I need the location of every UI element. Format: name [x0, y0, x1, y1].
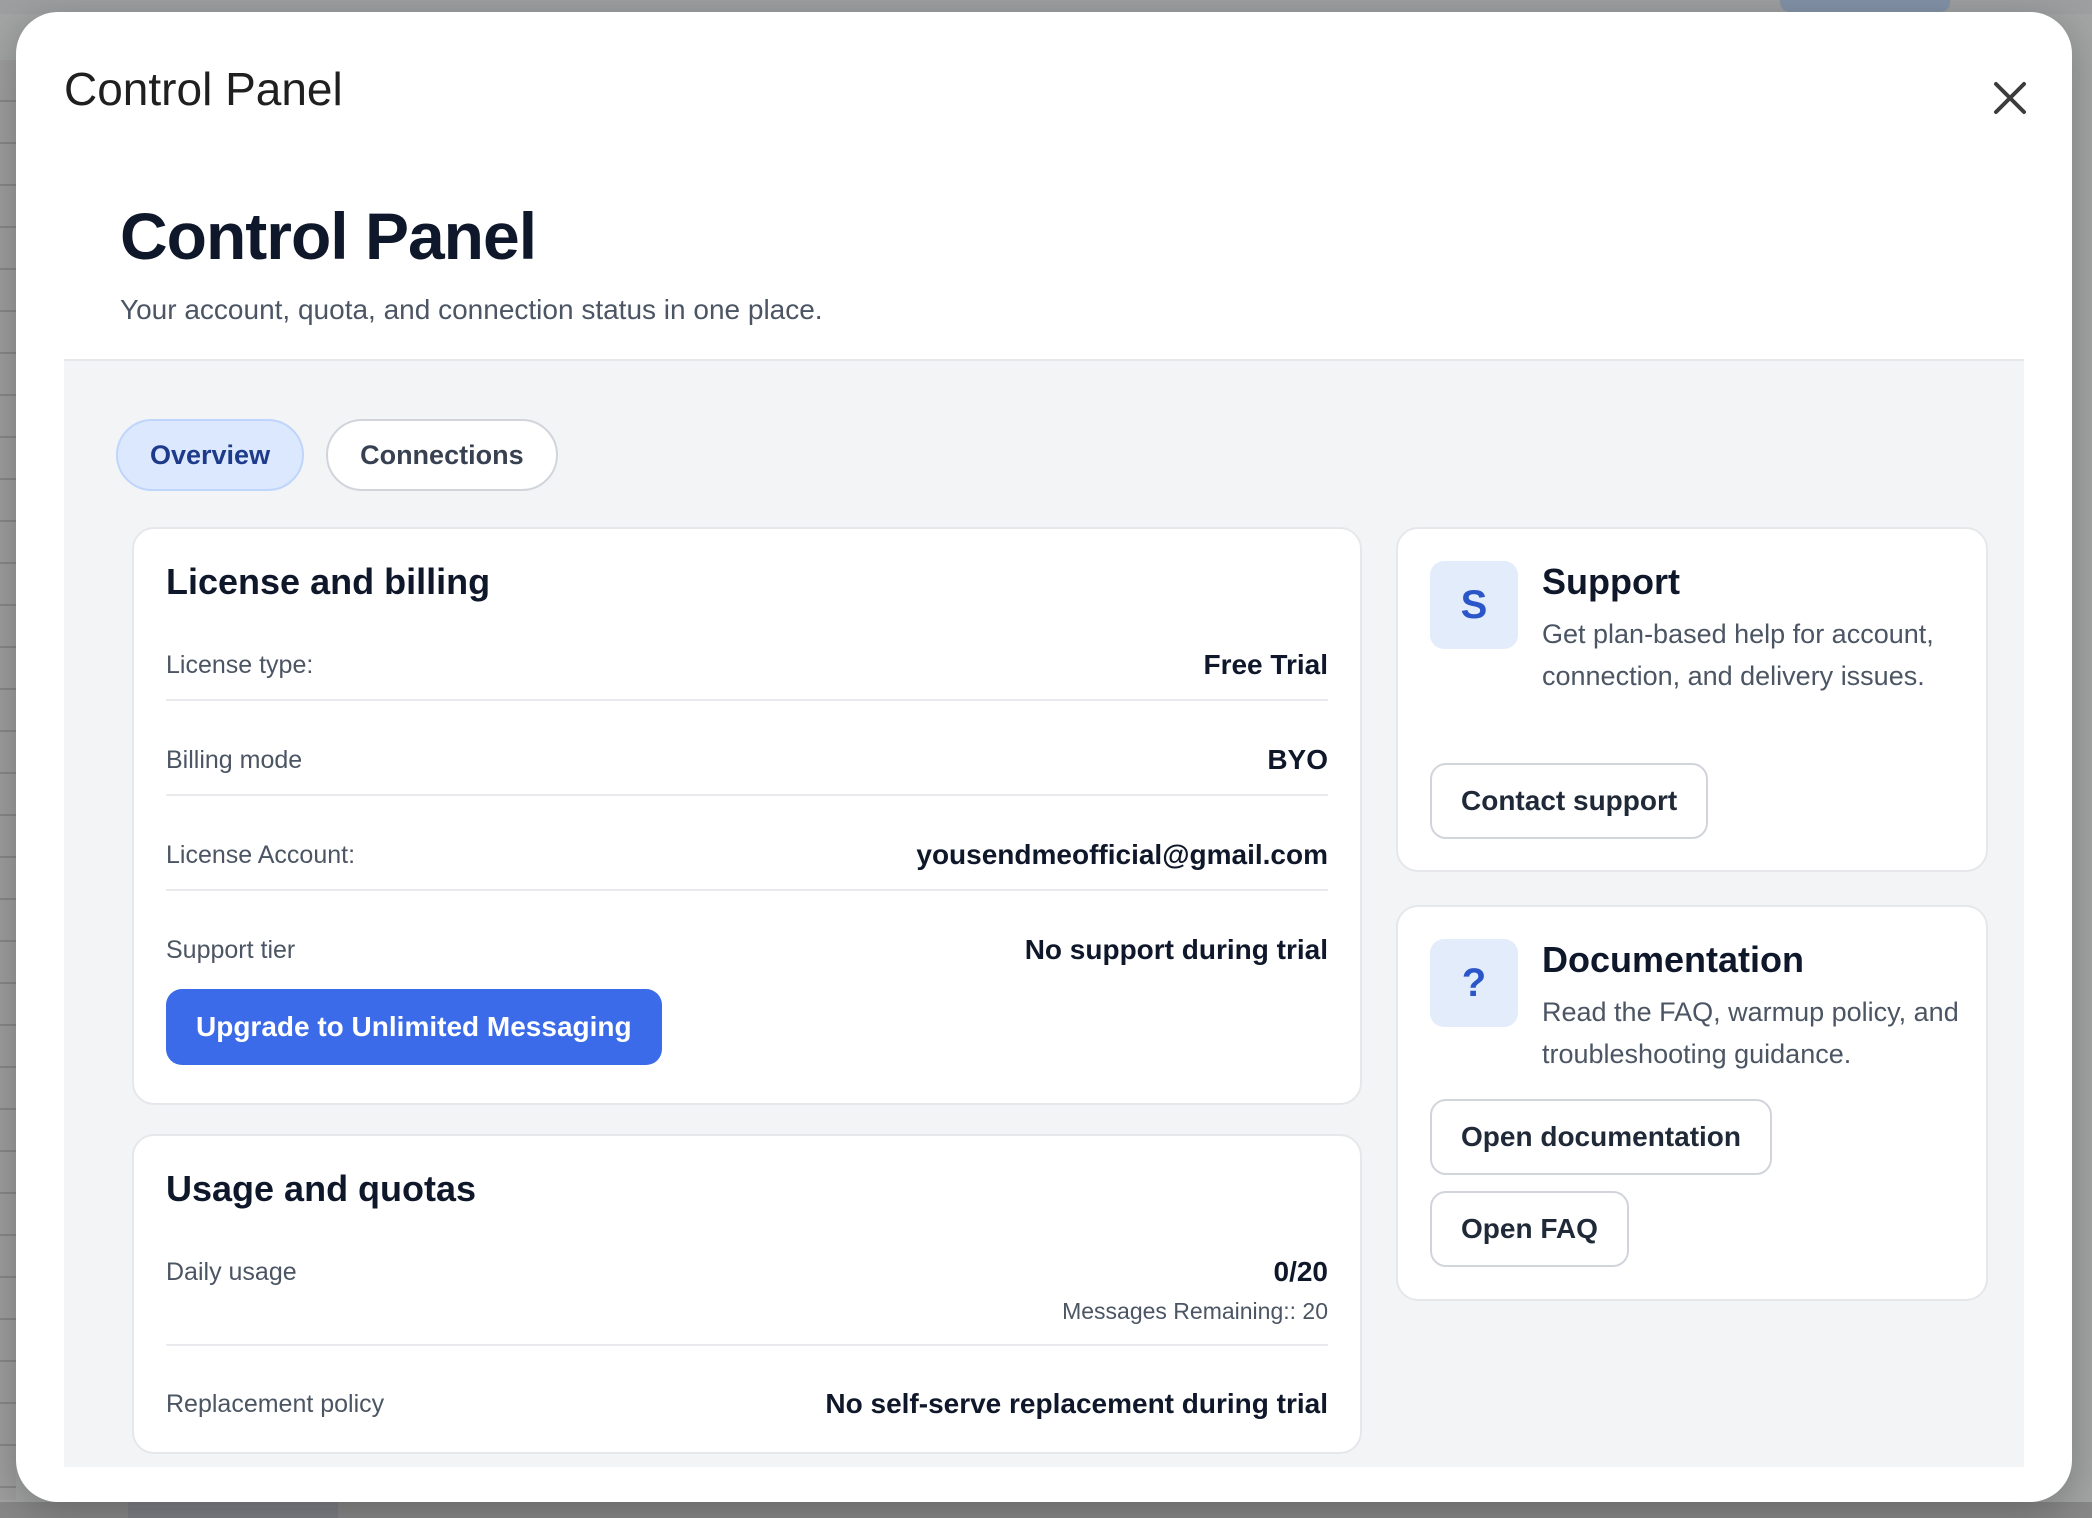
card-description: Read the FAQ, warmup policy, and trouble… [1542, 997, 1959, 1069]
row-value: BYO [1267, 744, 1328, 775]
support-card: S Support Get plan-based help for accoun… [1396, 527, 1988, 872]
close-icon [1994, 82, 2026, 114]
tab-bar: Overview Connections [116, 419, 558, 491]
row-label: Billing mode [166, 746, 303, 774]
card-title: Support [1542, 561, 1680, 602]
row-label: License Account: [166, 841, 356, 869]
row-label: Support tier [166, 936, 296, 964]
question-mark-icon: ? [1430, 939, 1518, 1027]
license-type-row: License type: Free Trial [166, 647, 1328, 687]
card-title: License and billing [166, 561, 491, 602]
modal-title: Control Panel [64, 63, 343, 115]
billing-mode-row: Billing mode BYO [166, 742, 1328, 782]
card-description: Get plan-based help for account, connect… [1542, 619, 1934, 691]
tab-overview[interactable]: Overview [116, 419, 305, 491]
row-value: No self-serve replacement during trial [825, 1388, 1328, 1419]
row-divider [166, 699, 1328, 701]
row-label: License type: [166, 651, 314, 679]
daily-usage-row: Daily usage 0/20 Messages Remaining:: 20 [166, 1254, 1328, 1334]
support-badge: S [1430, 561, 1518, 649]
tab-connections[interactable]: Connections [326, 419, 558, 491]
card-title: Usage and quotas [166, 1168, 477, 1209]
page-title: Control Panel [120, 199, 537, 273]
control-panel-modal: Control Panel Control Panel Your account… [16, 12, 2072, 1502]
row-divider [166, 889, 1328, 891]
row-divider [166, 794, 1328, 796]
card-title: Documentation [1542, 939, 1805, 980]
license-account-row: License Account: yousendmeofficial@gmail… [166, 837, 1328, 877]
daily-usage-value: 0/20 [1273, 1256, 1329, 1287]
row-value: No support during trial [1024, 934, 1328, 965]
close-button[interactable] [1982, 70, 2038, 126]
license-billing-card: License and billing License type: Free T… [132, 527, 1362, 1105]
row-value: yousendmeofficial@gmail.com [916, 839, 1328, 870]
content-area: Overview Connections License and billing… [64, 361, 2024, 1467]
row-value: Free Trial [1203, 649, 1328, 680]
replacement-policy-row: Replacement policy No self-serve replace… [166, 1386, 1328, 1426]
row-divider [166, 1344, 1328, 1346]
documentation-card: ? Documentation Read the FAQ, warmup pol… [1396, 905, 1988, 1301]
support-tier-row: Support tier No support during trial [166, 932, 1328, 972]
row-label: Daily usage [166, 1258, 297, 1286]
messages-remaining: Messages Remaining:: 20 [1062, 1298, 1328, 1324]
usage-quotas-card: Usage and quotas Daily usage 0/20 Messag… [132, 1134, 1362, 1454]
page-subtitle: Your account, quota, and connection stat… [120, 294, 823, 325]
contact-support-button[interactable]: Contact support [1430, 763, 1709, 839]
upgrade-button[interactable]: Upgrade to Unlimited Messaging [166, 989, 662, 1065]
open-documentation-button[interactable]: Open documentation [1430, 1099, 1772, 1175]
open-faq-button[interactable]: Open FAQ [1430, 1191, 1629, 1267]
row-label: Replacement policy [166, 1390, 385, 1418]
